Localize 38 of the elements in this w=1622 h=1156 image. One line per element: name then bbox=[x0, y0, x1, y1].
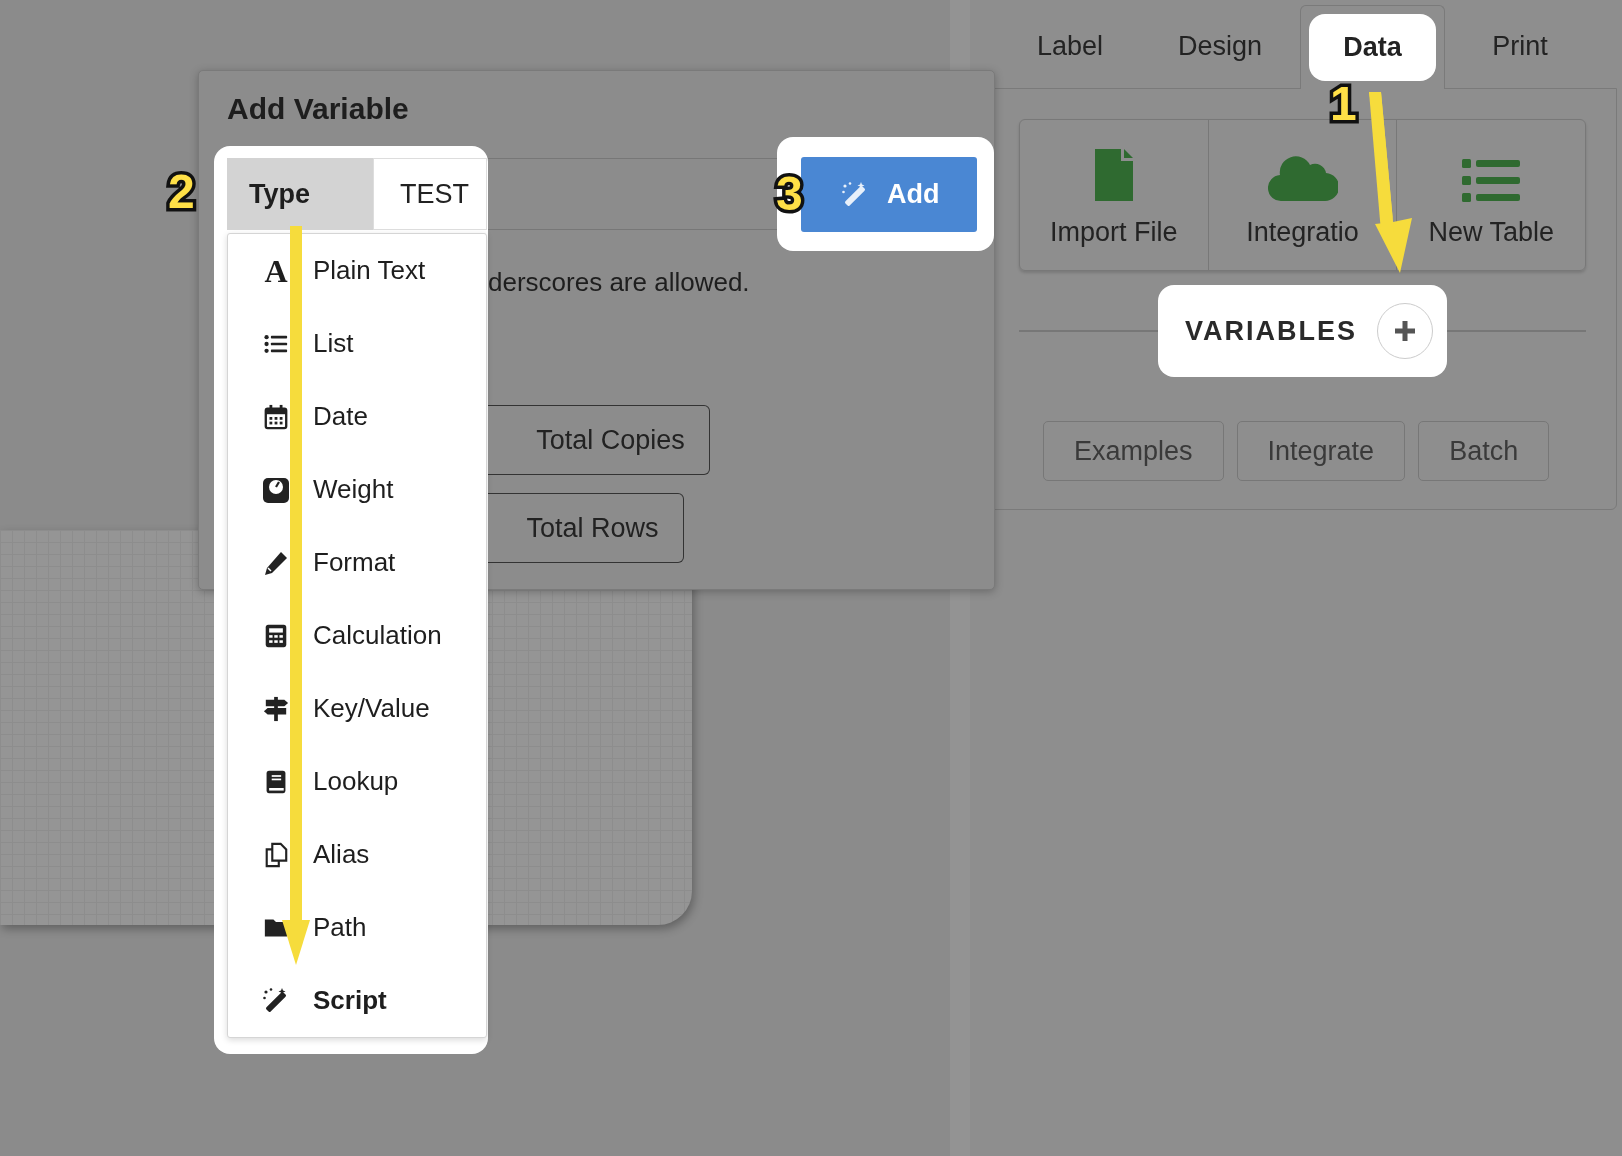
calendar-icon bbox=[263, 402, 289, 431]
menu-item[interactable]: Format bbox=[228, 526, 486, 599]
step-number: 3 bbox=[776, 170, 803, 218]
signpost-icon bbox=[263, 694, 289, 723]
tab[interactable]: Data bbox=[1309, 14, 1436, 81]
copy-icon bbox=[263, 840, 289, 869]
menu-item[interactable]: Lookup bbox=[228, 745, 486, 818]
step-number: 2 bbox=[168, 168, 195, 216]
data-source-button[interactable]: New Table bbox=[1397, 120, 1585, 270]
add-button[interactable]: Add bbox=[801, 157, 977, 232]
menu-item[interactable]: Weight bbox=[228, 453, 486, 526]
type-label: Type bbox=[227, 158, 373, 230]
insert-button[interactable]: Total Rows bbox=[488, 493, 684, 563]
menu-item[interactable]: Alias bbox=[228, 818, 486, 891]
menu-item[interactable]: Script bbox=[228, 964, 486, 1037]
menu-item[interactable]: List bbox=[228, 307, 486, 380]
file-icon bbox=[1092, 147, 1135, 203]
dialog-title: Add Variable bbox=[227, 91, 410, 127]
menu-item[interactable]: Key/Value bbox=[228, 672, 486, 745]
name-field[interactable] bbox=[488, 158, 777, 230]
data-source-button[interactable]: Import File bbox=[1020, 120, 1209, 270]
section-title: VARIABLES bbox=[1185, 315, 1357, 347]
menu-item[interactable]: A Plain Text bbox=[228, 234, 486, 307]
hint-text: derscores are allowed. bbox=[488, 267, 751, 298]
list-icon bbox=[1462, 159, 1521, 203]
tab[interactable]: Print bbox=[1464, 13, 1576, 80]
font-icon: A bbox=[264, 254, 288, 287]
scale-icon bbox=[262, 475, 290, 504]
tab[interactable]: Label bbox=[1008, 13, 1132, 80]
menu-item[interactable]: Path bbox=[228, 891, 486, 964]
cloud-icon bbox=[1267, 153, 1338, 203]
menu-item[interactable]: Calculation bbox=[228, 599, 486, 672]
insert-button[interactable]: Total Copies bbox=[488, 405, 710, 475]
plus-icon bbox=[1393, 319, 1417, 343]
type-field[interactable]: TEST bbox=[373, 158, 487, 230]
tab[interactable]: Design bbox=[1149, 13, 1290, 80]
add-variable-button[interactable] bbox=[1377, 303, 1433, 359]
menu-item[interactable]: Date bbox=[228, 380, 486, 453]
